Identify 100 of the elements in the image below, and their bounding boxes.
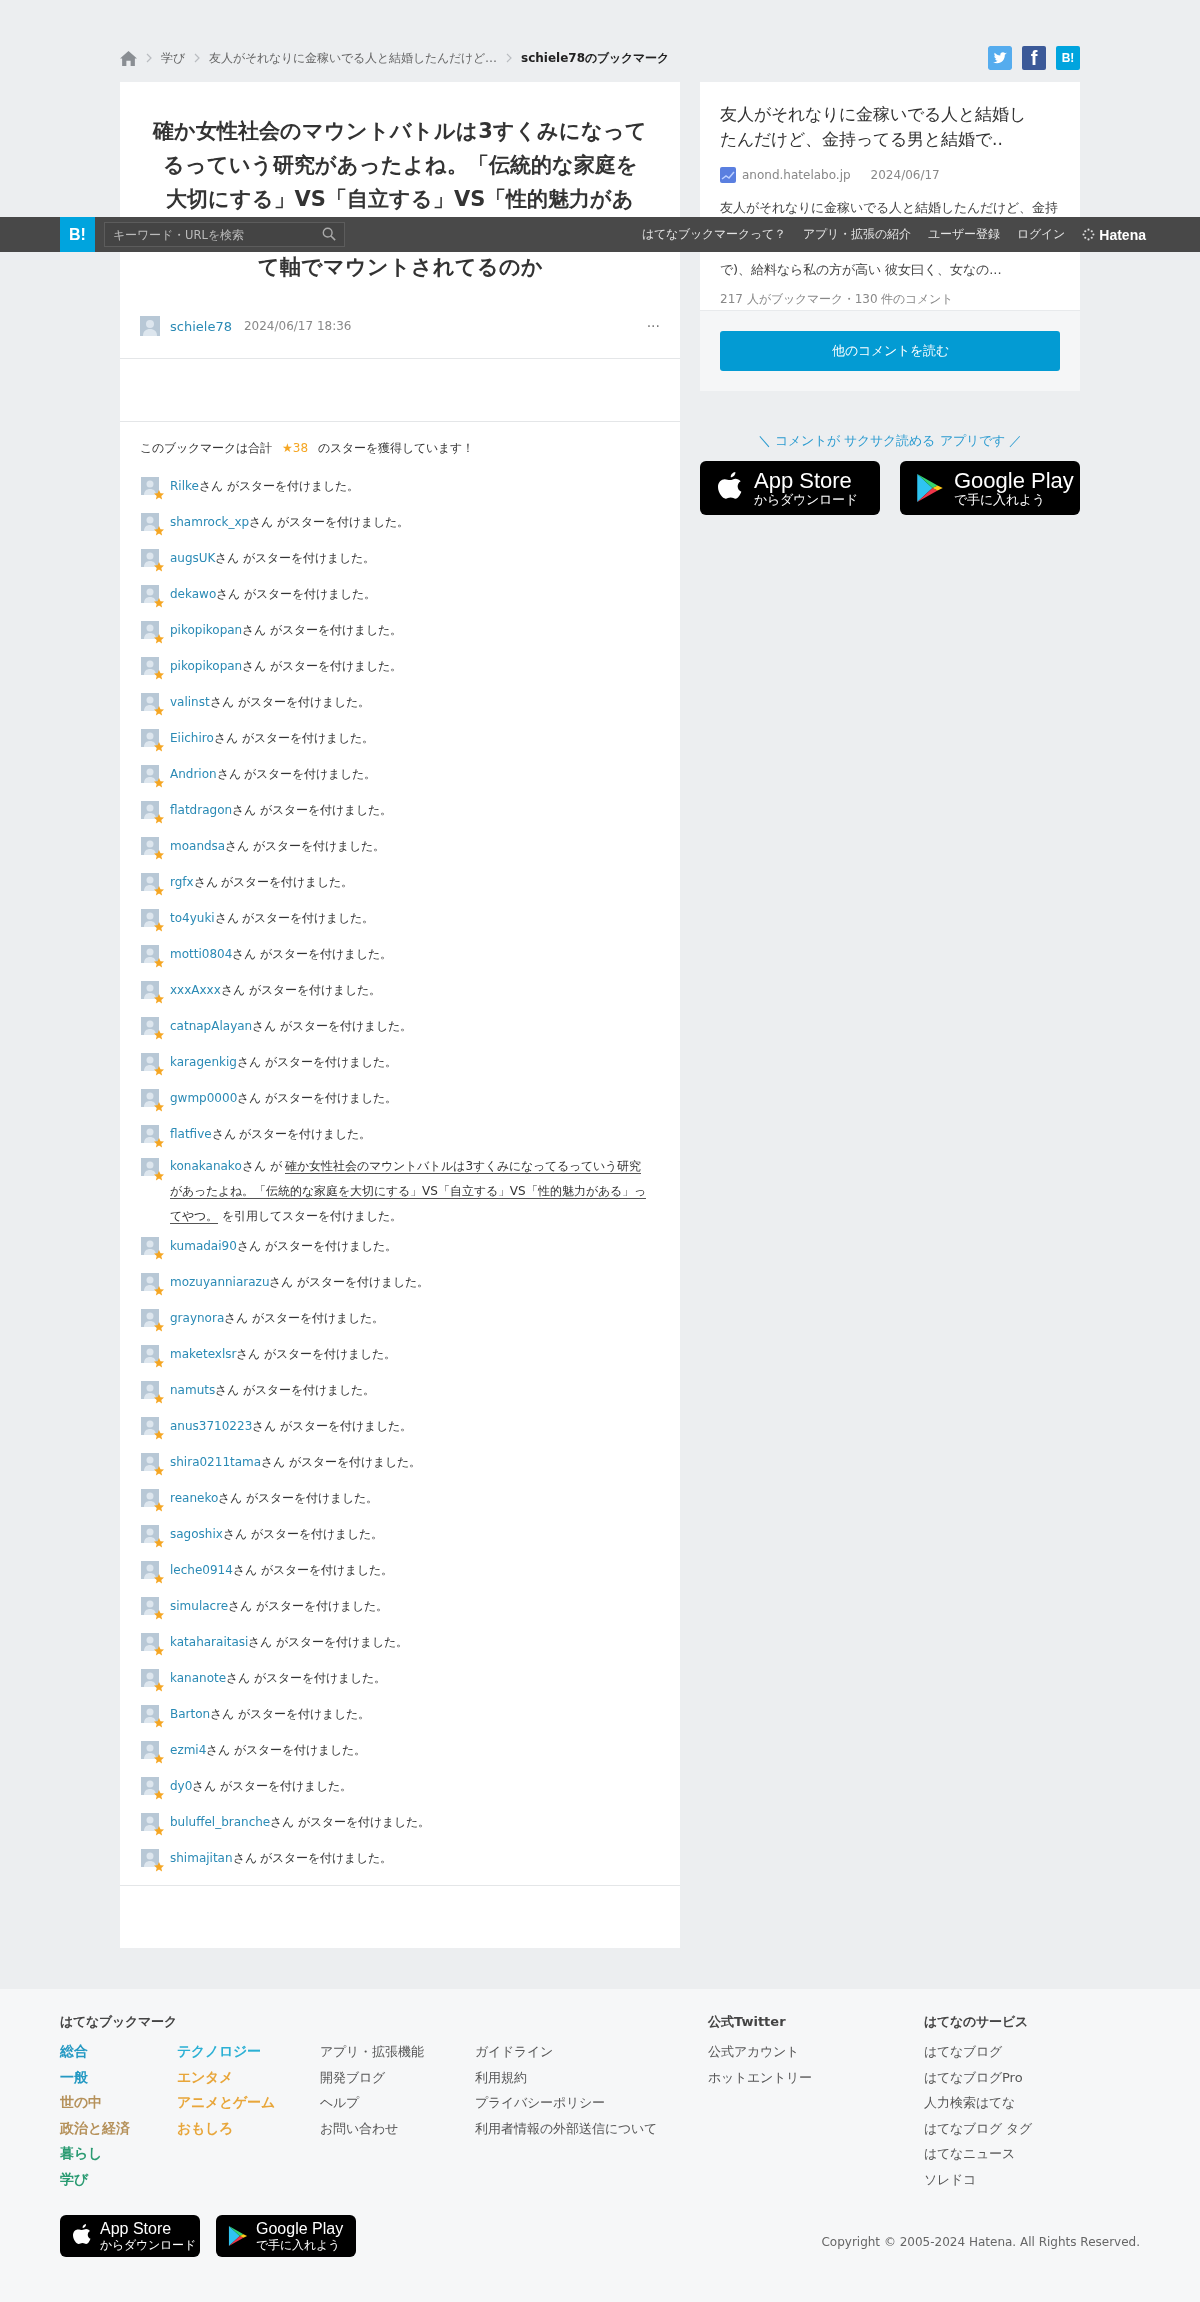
- avatar-icon[interactable]: [141, 1489, 159, 1507]
- bird-icon[interactable]: [988, 46, 1012, 70]
- more-menu-button[interactable]: ···: [646, 318, 660, 334]
- avatar-icon[interactable]: [141, 1125, 159, 1143]
- category-link[interactable]: 暮らし: [60, 2141, 177, 2167]
- user-link[interactable]: gwmp0000: [170, 1090, 238, 1105]
- google-play-badge[interactable]: Google Play で手に入れよう: [216, 2214, 356, 2257]
- user-link[interactable]: pikopikopan: [170, 658, 243, 673]
- footer-link[interactable]: プライバシーポリシー: [475, 2090, 657, 2116]
- app-store-badge[interactable]: App Store からダウンロード: [700, 461, 880, 515]
- footer-link[interactable]: お問い合わせ: [320, 2115, 475, 2142]
- hatena-bookmark-logo[interactable]: B!: [60, 217, 95, 252]
- user-link[interactable]: sagoshix: [170, 1526, 223, 1541]
- user-link[interactable]: pikopikopan: [170, 622, 243, 637]
- avatar-icon[interactable]: [141, 729, 159, 747]
- avatar-icon[interactable]: [141, 585, 159, 603]
- avatar-icon[interactable]: [141, 1053, 159, 1071]
- footer-link[interactable]: はてなニュース: [924, 2141, 1033, 2167]
- user-link[interactable]: Barton: [170, 1706, 211, 1721]
- category-link[interactable]: 学び: [60, 2166, 177, 2193]
- user-link[interactable]: schiele78: [170, 318, 232, 334]
- user-link[interactable]: flatdragon: [170, 802, 233, 817]
- user-link[interactable]: maketexlsr: [170, 1346, 237, 1361]
- avatar-icon[interactable]: [141, 1273, 159, 1291]
- user-link[interactable]: karagenkig: [170, 1054, 237, 1069]
- user-link[interactable]: motti0804: [170, 946, 233, 961]
- footer-link[interactable]: 利用規約: [475, 2064, 657, 2091]
- avatar-icon[interactable]: [141, 1345, 159, 1363]
- search-icon[interactable]: [322, 227, 336, 241]
- avatar-icon[interactable]: [141, 765, 159, 783]
- user-link[interactable]: shimajitan: [170, 1850, 233, 1865]
- user-link[interactable]: graynora: [170, 1310, 225, 1325]
- avatar-icon[interactable]: [141, 1633, 159, 1651]
- user-link[interactable]: to4yuki: [170, 910, 215, 925]
- user-link[interactable]: kumadai90: [170, 1238, 237, 1253]
- google-play-badge[interactable]: Google Play で手に入れよう: [900, 461, 1080, 515]
- avatar-icon[interactable]: [141, 1813, 159, 1831]
- avatar-icon[interactable]: [141, 1381, 159, 1399]
- category-link[interactable]: 政治と経済: [60, 2115, 177, 2142]
- footer-link[interactable]: アプリ・拡張機能: [320, 2039, 475, 2065]
- footer-link[interactable]: はてなブログ タグ: [924, 2115, 1033, 2142]
- user-link[interactable]: augsUK: [170, 550, 216, 565]
- user-link[interactable]: Eiichiro: [170, 730, 214, 745]
- app-store-badge[interactable]: App Store からダウンロード: [60, 2214, 200, 2257]
- category-link[interactable]: テクノロジー: [177, 2039, 320, 2065]
- entry-site[interactable]: anond.hatelabo.jp: [742, 168, 851, 182]
- entry-title[interactable]: たんだけど、金持ってる男と結婚で..: [720, 127, 1060, 152]
- avatar-icon[interactable]: [141, 1017, 159, 1035]
- footer-link[interactable]: ガイドライン: [475, 2039, 657, 2065]
- nav-link[interactable]: ログイン: [1017, 227, 1066, 242]
- hatena-bookmark-button[interactable]: B!: [1056, 46, 1080, 70]
- user-link[interactable]: ezmi4: [170, 1742, 207, 1757]
- user-link[interactable]: flatfive: [170, 1126, 212, 1141]
- avatar-icon[interactable]: [141, 1453, 159, 1471]
- nav-link[interactable]: はてなブックマークって？: [642, 227, 787, 242]
- avatar-icon[interactable]: [141, 1705, 159, 1723]
- avatar-icon[interactable]: [141, 1089, 159, 1107]
- user-link[interactable]: shamrock_xp: [170, 514, 250, 529]
- avatar-icon[interactable]: [141, 1741, 159, 1759]
- avatar-icon[interactable]: [141, 1669, 159, 1687]
- user-link[interactable]: reaneko: [170, 1490, 219, 1505]
- avatar-icon[interactable]: [141, 837, 159, 855]
- avatar-icon[interactable]: [141, 1561, 159, 1579]
- user-link[interactable]: anus3710223: [170, 1418, 253, 1433]
- category-link[interactable]: 総合: [60, 2039, 177, 2065]
- breadcrumb-link[interactable]: 友人がそれなりに金稼いでる人と結婚したんだけど…: [209, 49, 497, 67]
- user-link[interactable]: shira0211tama: [170, 1454, 262, 1469]
- avatar-icon[interactable]: [141, 1525, 159, 1543]
- user-link[interactable]: rgfx: [170, 874, 194, 889]
- entry-title[interactable]: 友人がそれなりに金稼いでる人と結婚し: [720, 102, 1060, 127]
- avatar-icon[interactable]: [141, 1158, 159, 1176]
- home-icon[interactable]: [120, 50, 137, 66]
- avatar-icon[interactable]: [141, 909, 159, 927]
- breadcrumb-link[interactable]: 学び: [161, 49, 185, 67]
- search-field[interactable]: キーワード・URLを検索: [104, 222, 345, 247]
- user-link[interactable]: simulacre: [170, 1598, 229, 1613]
- avatar-icon[interactable]: [141, 1849, 159, 1867]
- avatar-icon[interactable]: [141, 873, 159, 891]
- user-link[interactable]: moandsa: [170, 838, 226, 853]
- avatar-icon[interactable]: [141, 513, 159, 531]
- user-link[interactable]: Andrion: [170, 766, 217, 781]
- avatar-icon[interactable]: [140, 316, 160, 336]
- footer-link[interactable]: ヘルプ: [320, 2090, 475, 2116]
- user-link[interactable]: Rilke: [170, 478, 199, 493]
- footer-link[interactable]: ホットエントリー: [708, 2064, 924, 2091]
- user-link[interactable]: catnapAlayan: [170, 1018, 253, 1033]
- user-link[interactable]: namuts: [170, 1382, 216, 1397]
- avatar-icon[interactable]: [141, 1309, 159, 1327]
- footer-link[interactable]: 利用者情報の外部送信について: [475, 2115, 657, 2142]
- hatena-brand-link[interactable]: Hatena: [1082, 226, 1146, 243]
- user-link[interactable]: konakanako: [170, 1159, 242, 1173]
- category-link[interactable]: 世の中: [60, 2090, 177, 2116]
- avatar-icon[interactable]: [141, 621, 159, 639]
- user-link[interactable]: dekawo: [170, 586, 217, 601]
- avatar-icon[interactable]: [141, 801, 159, 819]
- footer-link[interactable]: 人力検索はてな: [924, 2090, 1033, 2116]
- avatar-icon[interactable]: [141, 657, 159, 675]
- user-link[interactable]: dy0: [170, 1778, 193, 1793]
- user-link[interactable]: xxxAxxx: [170, 982, 221, 997]
- footer-link[interactable]: はてなブログ: [924, 2039, 1033, 2065]
